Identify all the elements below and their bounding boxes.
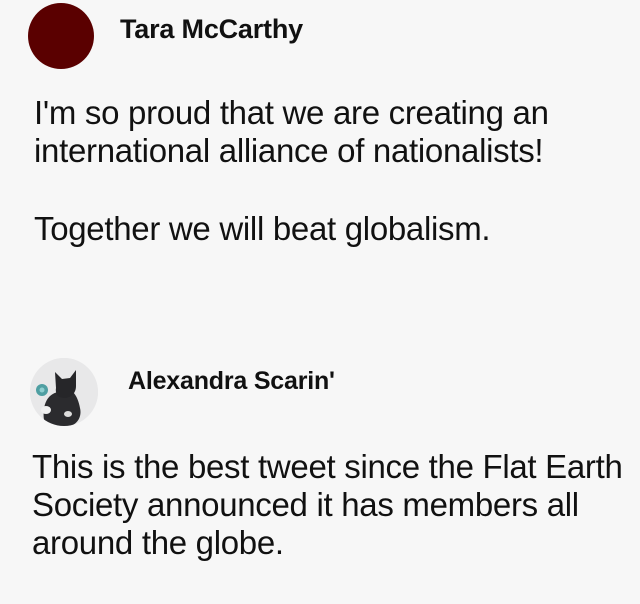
reply-text: This is the best tweet since the Flat Ea… bbox=[32, 448, 623, 561]
tweet-text-paragraph-2: Together we will beat globalism. bbox=[34, 210, 491, 247]
avatar[interactable] bbox=[28, 3, 94, 69]
cat-avatar-icon bbox=[30, 358, 98, 426]
author-name[interactable]: Alexandra Scarin' bbox=[128, 367, 335, 396]
avatar[interactable] bbox=[30, 358, 98, 426]
author-name[interactable]: Tara McCarthy bbox=[120, 14, 303, 45]
tweet-text-paragraph-1: I'm so proud that we are creating an int… bbox=[34, 94, 549, 169]
